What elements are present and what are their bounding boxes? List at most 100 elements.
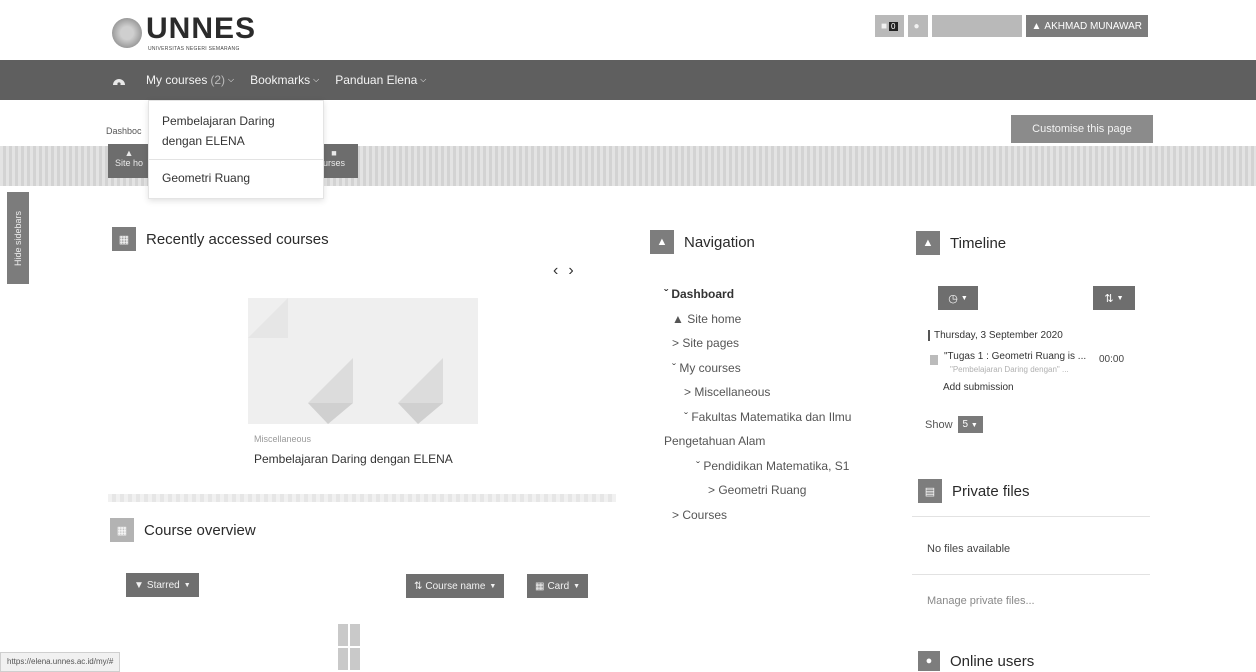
nav-panduan-label: Panduan Elena <box>335 73 418 87</box>
grid-icon: ▦ <box>535 580 545 592</box>
nav-tree-site-home[interactable]: ▲ Site home <box>664 307 851 332</box>
view-card-button[interactable]: ▦ Card ▼ <box>527 574 589 598</box>
quick-link-courses-label: urses <box>322 158 345 168</box>
chevron-down-icon: ⌵ <box>420 75 427 84</box>
notifications-button[interactable]: ■ 0 <box>875 15 904 37</box>
home-icon: ▲ <box>124 148 134 158</box>
timeline-sort-button[interactable]: ⇅ ▼ <box>1093 286 1135 310</box>
nav-my-courses[interactable]: My courses (2) ⌵ <box>146 73 234 87</box>
timeline-title: Timeline <box>950 234 1007 252</box>
navigation-header: ▲ Navigation <box>650 230 755 254</box>
timeline-header: ▲ Timeline <box>916 231 1006 255</box>
dropdown-divider <box>149 159 323 160</box>
loading-placeholder-icon <box>338 624 360 670</box>
dropdown-course-pembelajaran[interactable]: Pembelajaran Daring dengan ELENA <box>149 107 323 155</box>
private-files-header: ▤ Private files <box>918 479 1030 503</box>
chevron-left-icon[interactable]: ‹ <box>553 262 568 279</box>
timeline-event-title[interactable]: "Tugas 1 : Geometri Ruang is ... <box>944 351 1086 362</box>
filter-icon: ▼ <box>134 579 144 591</box>
timeline-event-time: 00:00 <box>1099 354 1125 365</box>
dashboard-icon: ▦ <box>110 518 134 542</box>
sort-icon: ⇅ <box>414 580 423 592</box>
quick-link-site-home[interactable]: ▲ Site ho <box>108 144 150 178</box>
logo-subtitle: UNIVERSITAS NEGERI SEMARANG <box>148 46 240 52</box>
course-card-image[interactable] <box>248 298 478 424</box>
timeline-icon: ▲ <box>916 231 940 255</box>
private-files-empty: No files available <box>927 543 1011 555</box>
timeline-filter-button[interactable]: ◷ ▼ <box>938 286 978 310</box>
chevron-down-icon: ⌵ <box>313 75 320 84</box>
nav-tree-my-courses[interactable]: ˇ My courses <box>664 356 851 381</box>
notification-count: 0 <box>889 21 898 31</box>
divider <box>912 516 1150 517</box>
dropdown-course-line: dengan ELENA <box>162 134 245 148</box>
online-users-title: Online users <box>950 652 1035 670</box>
hide-sidebars-button[interactable]: Hide sidebars <box>7 192 29 284</box>
nav-tree-fakultas[interactable]: ˇ Fakultas Matematika dan Ilmu <box>664 405 851 430</box>
clock-icon: ◷ <box>948 292 958 305</box>
chevron-down-icon: ▼ <box>960 294 968 302</box>
navigation-title: Navigation <box>684 233 755 251</box>
nav-tree-courses[interactable]: > Courses <box>664 503 851 528</box>
nav-tree-dashboard[interactable]: ˇ Dashboard <box>664 282 851 307</box>
dashboard-gauge-icon <box>113 79 125 86</box>
sitemap-icon: ▲ <box>650 230 674 254</box>
bell-icon: ■ <box>881 20 888 32</box>
sort-course-name-button[interactable]: ⇅ Course name ▼ <box>406 574 505 598</box>
course-card-name[interactable]: Pembelajaran Daring dengan ELENA <box>254 452 453 466</box>
view-label: Card <box>547 580 570 592</box>
recent-courses-header: ▦ Recently accessed courses <box>112 227 329 251</box>
user-name: AKHMAD MUNAWAR <box>1044 20 1142 32</box>
block-divider <box>108 494 616 502</box>
my-courses-dropdown: Pembelajaran Daring dengan ELENA Geometr… <box>148 100 324 199</box>
starred-filter-button[interactable]: ▼ Starred ▼ <box>126 573 199 597</box>
dropdown-course-geometri[interactable]: Geometri Ruang <box>149 164 323 192</box>
file-icon: ▤ <box>918 479 942 503</box>
nav-tree-miscellaneous[interactable]: > Miscellaneous <box>664 380 851 405</box>
nav-my-courses-label: My courses <box>146 73 208 87</box>
book-icon: ▦ <box>112 227 136 251</box>
course-overview-title: Course overview <box>144 521 256 539</box>
chevron-down-icon: ⌵ <box>228 75 235 84</box>
messages-button[interactable]: ● <box>907 15 928 37</box>
nav-my-courses-count: (2) <box>210 73 226 87</box>
chevron-down-icon: ▼ <box>573 582 581 590</box>
add-submission-link[interactable]: Add submission <box>943 382 1014 393</box>
customise-page-button[interactable]: Customise this page <box>1011 115 1153 143</box>
course-category: Miscellaneous <box>254 434 312 444</box>
manage-private-files-link[interactable]: Manage private files... <box>927 595 1035 607</box>
status-bar-url: https://elena.unnes.ac.id/my/# <box>0 652 121 672</box>
logo-emblem-icon <box>112 18 142 48</box>
nav-panduan-elena[interactable]: Panduan Elena ⌵ <box>335 73 426 87</box>
starred-filter-label: Starred <box>146 579 180 591</box>
chat-icon: ● <box>913 20 920 32</box>
timeline-show-control: Show 5 ▼ <box>925 416 983 433</box>
nav-tree-fakultas-cont[interactable]: Pengetahuan Alam <box>664 429 851 454</box>
dropdown-course-line: Pembelajaran Daring <box>162 114 275 128</box>
carousel-arrows: ‹› <box>553 262 584 280</box>
online-users-header: ● Online users <box>918 651 1034 671</box>
home-icon: ▲ <box>672 311 684 326</box>
private-files-title: Private files <box>952 482 1030 500</box>
timeline-show-select[interactable]: 5 ▼ <box>957 416 983 433</box>
nav-bookmarks-label: Bookmarks <box>250 73 311 87</box>
nav-bookmarks[interactable]: Bookmarks ⌵ <box>250 73 319 87</box>
user-menu-button[interactable]: ▲ AKHMAD MUNAWAR <box>1025 15 1148 37</box>
sort-label: Course name <box>425 580 486 592</box>
course-pattern-icon <box>248 298 443 424</box>
dashboard-home-button[interactable] <box>108 71 130 89</box>
course-overview-header: ▦ Course overview <box>110 518 256 542</box>
site-logo[interactable]: UNNES UNIVERSITAS NEGERI SEMARANG <box>112 12 282 54</box>
recent-courses-title: Recently accessed courses <box>146 230 329 248</box>
blurred-toolbar-button[interactable] <box>931 15 1022 37</box>
breadcrumb[interactable]: Dashboc <box>106 126 142 136</box>
nav-tree-geometri[interactable]: > Geometri Ruang <box>664 478 851 503</box>
chevron-down-icon: ▼ <box>183 581 191 589</box>
nav-tree-pendidikan[interactable]: ˇ Pendidikan Matematika, S1 <box>664 454 851 479</box>
nav-tree-site-pages[interactable]: > Site pages <box>664 331 851 356</box>
main-navbar: My courses (2) ⌵ Bookmarks ⌵ Panduan Ele… <box>0 60 1256 100</box>
user-toolbar: ■ 0 ● ▲ AKHMAD MUNAWAR <box>875 15 1148 37</box>
timeline-show-label: Show <box>925 418 953 431</box>
timeline-date: Thursday, 3 September 2020 <box>928 330 1063 341</box>
chevron-right-icon[interactable]: › <box>568 262 583 279</box>
